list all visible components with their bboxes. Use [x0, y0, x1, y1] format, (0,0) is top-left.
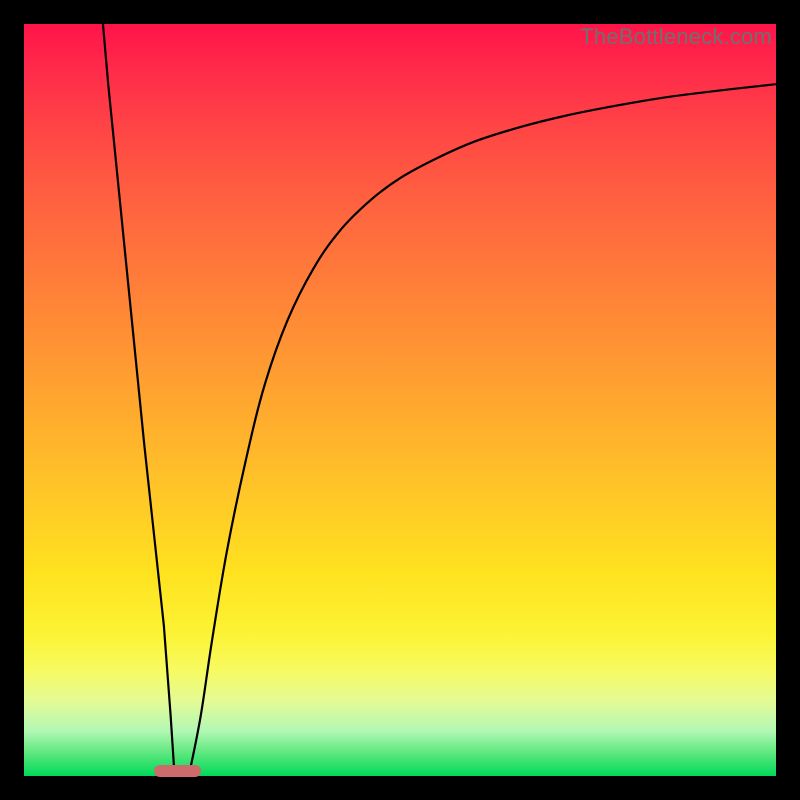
gradient-background [24, 24, 776, 776]
plot-area: TheBottleneck.com [24, 24, 776, 776]
valley-marker [154, 765, 201, 777]
chart-frame: TheBottleneck.com [0, 0, 800, 800]
watermark-text: TheBottleneck.com [580, 24, 772, 50]
